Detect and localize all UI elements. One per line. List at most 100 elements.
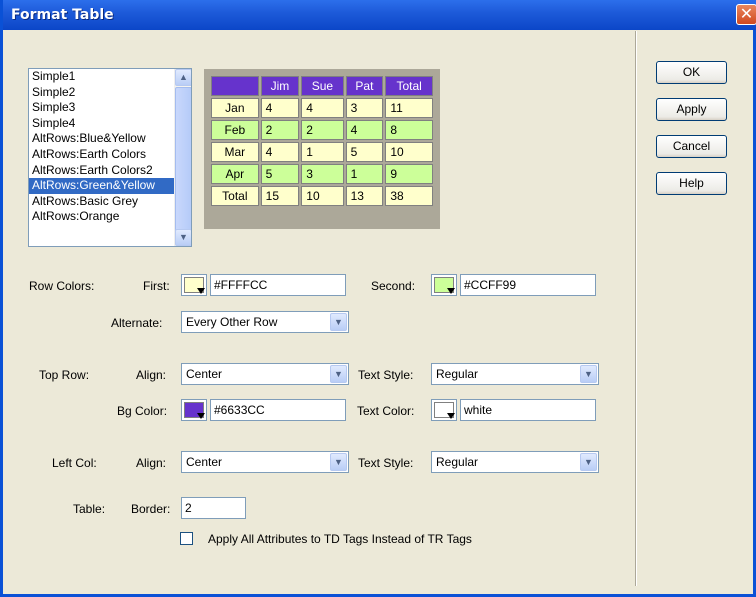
preview-cell: 4 — [345, 120, 384, 140]
style-list-item[interactable]: Simple1 — [29, 69, 191, 85]
vertical-divider — [635, 31, 637, 586]
bg-color-picker[interactable] — [181, 399, 207, 421]
preview-cell: 4 — [301, 98, 344, 118]
preview-cell: 10 — [301, 186, 344, 206]
preview-cell: Jan — [211, 98, 259, 118]
preview-row: Mar 4 1 5 10 — [211, 142, 433, 162]
table-style-list[interactable]: Simple1 Simple2 Simple3 Simple4 AltRows:Blue… — [28, 68, 192, 247]
style-list-item[interactable]: AltRows:Earth Colors — [29, 147, 191, 163]
scroll-thumb[interactable] — [175, 87, 191, 232]
preview-header-cell: Jim — [260, 76, 300, 96]
preview-cell: 4 — [260, 98, 300, 118]
title-bar[interactable]: Format Table ✕ — [3, 0, 756, 30]
top-row-align-select[interactable]: Center ▼ — [181, 363, 349, 385]
left-col-text-style-value: Regular — [436, 455, 479, 469]
preview-header-cell: Pat — [345, 76, 384, 96]
preview-cell: 11 — [385, 98, 433, 118]
text-color-field[interactable]: white — [460, 399, 596, 421]
second-color-picker[interactable] — [431, 274, 457, 296]
left-col-label: Left Col: — [52, 456, 97, 470]
left-col-text-style-select[interactable]: Regular ▼ — [431, 451, 599, 473]
preview-cell: 5 — [260, 164, 300, 184]
preview-header-cell: Sue — [301, 76, 344, 96]
left-col-align-value: Center — [186, 455, 223, 469]
scroll-down-icon[interactable]: ▼ — [175, 229, 191, 246]
style-list-item[interactable]: Simple2 — [29, 85, 191, 101]
preview-row: Apr 5 3 1 9 — [211, 164, 433, 184]
preview-cell: 1 — [301, 142, 344, 162]
apply-td-checkbox[interactable] — [180, 532, 193, 545]
bg-color-label: Bg Color: — [117, 404, 168, 418]
style-list-item[interactable]: AltRows:Blue&Yellow — [29, 131, 191, 147]
text-color-label: Text Color: — [357, 404, 415, 418]
style-list-items: Simple1 Simple2 Simple3 Simple4 AltRows:Blue… — [29, 69, 191, 225]
chevron-down-icon[interactable]: ▼ — [580, 453, 597, 471]
preview-cell: Feb — [211, 120, 259, 140]
preview-row: Jan 4 4 3 11 — [211, 98, 433, 118]
left-col-align-label: Align: — [136, 456, 167, 470]
preview-cell: Mar — [211, 142, 259, 162]
row-colors-label: Row Colors: — [29, 279, 95, 293]
style-list-item[interactable]: AltRows:Orange — [29, 209, 191, 225]
preview-cell: 1 — [345, 164, 384, 184]
ok-button[interactable]: OK — [656, 61, 727, 84]
apply-button[interactable]: Apply — [656, 98, 727, 121]
top-row-align-value: Center — [186, 367, 223, 381]
style-list-item[interactable]: AltRows:Green&Yellow — [29, 178, 191, 194]
table-preview: Jim Sue Pat Total Jan 4 4 3 11 Feb 2 2 4 8 Mar 4 1 5 10 Apr… — [204, 69, 440, 229]
preview-row: Total 15 10 13 38 — [211, 186, 433, 206]
alternate-label: Alternate: — [111, 316, 163, 330]
top-row-text-style-value: Regular — [436, 367, 479, 381]
chevron-down-icon[interactable]: ▼ — [580, 365, 597, 383]
preview-cell: 4 — [260, 142, 300, 162]
first-color-label: First: — [143, 279, 170, 293]
preview-cell: 2 — [301, 120, 344, 140]
table-label: Table: — [73, 502, 106, 516]
list-scrollbar[interactable]: ▲ ▼ — [174, 69, 191, 246]
preview-header-cell: Total — [385, 76, 433, 96]
style-list-item[interactable]: Simple4 — [29, 116, 191, 132]
top-row-label: Top Row: — [39, 368, 90, 382]
top-row-text-style-select[interactable]: Regular ▼ — [431, 363, 599, 385]
second-color-label: Second: — [371, 279, 416, 293]
chevron-down-icon[interactable]: ▼ — [330, 453, 347, 471]
preview-cell: Total — [211, 186, 259, 206]
first-color-field[interactable]: #FFFFCC — [210, 274, 346, 296]
border-field[interactable]: 2 — [181, 497, 246, 519]
style-list-item[interactable]: Simple3 — [29, 100, 191, 116]
left-col-align-select[interactable]: Center ▼ — [181, 451, 349, 473]
preview-cell: 15 — [260, 186, 300, 206]
cancel-button[interactable]: Cancel — [656, 135, 727, 158]
chevron-down-icon[interactable]: ▼ — [330, 313, 347, 331]
window-title: Format Table — [11, 7, 114, 23]
scroll-up-icon[interactable]: ▲ — [175, 69, 191, 86]
top-row-text-style-label: Text Style: — [358, 368, 414, 382]
bg-color-field[interactable]: #6633CC — [210, 399, 346, 421]
format-table-dialog: Format Table ✕ Simple1 Simple2 Simple3 Simp… — [0, 0, 756, 597]
alternate-select[interactable]: Every Other Row ▼ — [181, 311, 349, 333]
left-col-text-style-label: Text Style: — [358, 456, 414, 470]
close-icon[interactable]: ✕ — [736, 4, 756, 25]
preview-cell: 5 — [345, 142, 384, 162]
preview-row: Feb 2 2 4 8 — [211, 120, 433, 140]
alternate-value: Every Other Row — [186, 315, 278, 329]
chevron-down-icon[interactable]: ▼ — [330, 365, 347, 383]
help-button[interactable]: Help — [656, 172, 727, 195]
preview-cell: 3 — [345, 98, 384, 118]
preview-cell: 38 — [385, 186, 433, 206]
preview-cell: 13 — [345, 186, 384, 206]
first-color-picker[interactable] — [181, 274, 207, 296]
apply-td-label[interactable]: Apply All Attributes to TD Tags Instead … — [208, 532, 472, 546]
preview-cell: 9 — [385, 164, 433, 184]
text-color-picker[interactable] — [431, 399, 457, 421]
top-row-align-label: Align: — [136, 368, 167, 382]
border-label: Border: — [131, 502, 171, 516]
preview-table: Jim Sue Pat Total Jan 4 4 3 11 Feb 2 2 4 8 Mar 4 1 5 10 Apr… — [209, 74, 435, 208]
preview-cell: Apr — [211, 164, 259, 184]
second-color-field[interactable]: #CCFF99 — [460, 274, 596, 296]
preview-cell: 2 — [260, 120, 300, 140]
preview-header-row: Jim Sue Pat Total — [211, 76, 433, 96]
style-list-item[interactable]: AltRows:Earth Colors2 — [29, 163, 191, 179]
preview-cell: 8 — [385, 120, 433, 140]
style-list-item[interactable]: AltRows:Basic Grey — [29, 194, 191, 210]
